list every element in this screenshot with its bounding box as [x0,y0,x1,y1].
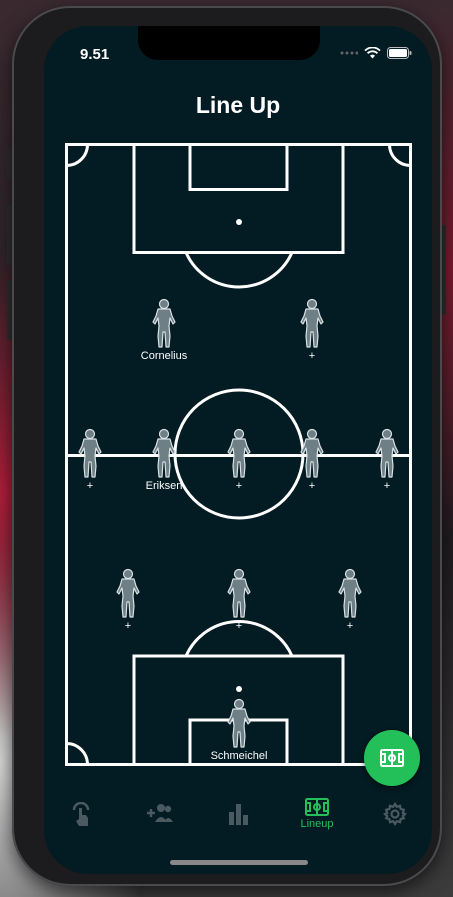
player-name: + [235,480,243,492]
tab-lineup[interactable]: Lineup [287,798,347,830]
player-slot[interactable]: Schmeichel [209,698,269,762]
player-silhouette-icon [152,298,176,348]
football-pitch [65,143,412,766]
bottom-penalty-spot [236,686,242,692]
formation-fab-button[interactable] [364,730,420,786]
corner-arc-bl [66,742,89,765]
player-silhouette-icon [227,568,251,618]
tab-tap[interactable] [52,802,112,828]
player-name: + [124,620,132,632]
player-silhouette-icon [227,698,251,748]
player-silhouette-icon [152,428,176,478]
home-indicator[interactable] [170,860,308,865]
player-silhouette-icon [338,568,362,618]
tap-icon [72,802,90,826]
player-silhouette-icon [375,428,399,478]
player-silhouette-icon [116,568,140,618]
player-name: + [383,480,391,492]
tab-stats[interactable] [208,802,268,826]
player-silhouette-icon [78,428,102,478]
player-slot[interactable]: Eriksen [134,428,194,492]
top-penalty-spot [236,219,242,225]
player-slot[interactable]: + [209,428,269,492]
player-slot[interactable]: + [357,428,417,492]
app-screen: 9.51 Line Up Cornelius + + Eriksen + + +… [44,26,432,874]
gear-icon [383,802,407,826]
tab-lineup-label: Lineup [300,818,334,830]
add-team-icon [147,804,173,822]
player-slot[interactable]: + [282,428,342,492]
player-name: Cornelius [140,350,188,362]
player-silhouette-icon [227,428,251,478]
player-name: + [346,620,354,632]
player-slot[interactable]: + [209,568,269,632]
stats-icon [229,804,248,825]
tab-bar: Lineup [44,794,432,844]
pitch-icon [305,798,329,816]
top-goal-area [188,143,289,191]
tab-add-team[interactable] [130,802,190,824]
player-name: + [235,620,243,632]
player-name: Eriksen [145,480,183,492]
top-penalty-arc [184,251,294,289]
player-slot[interactable]: + [98,568,158,632]
tab-settings[interactable] [365,802,425,826]
corner-arc-tr [388,144,411,167]
pitch-icon [380,749,404,767]
player-silhouette-icon [300,428,324,478]
player-name: + [308,480,316,492]
player-silhouette-icon [300,298,324,348]
player-name: + [86,480,94,492]
player-name: + [308,350,316,362]
top-penalty-area [132,143,345,254]
player-name: Schmeichel [210,750,268,762]
player-slot[interactable]: + [282,298,342,362]
phone-frame: 9.51 Line Up Cornelius + + Eriksen + + +… [12,6,442,886]
corner-arc-tl [66,144,89,167]
player-slot[interactable]: + [320,568,380,632]
player-slot[interactable]: + [60,428,120,492]
player-slot[interactable]: Cornelius [134,298,194,362]
